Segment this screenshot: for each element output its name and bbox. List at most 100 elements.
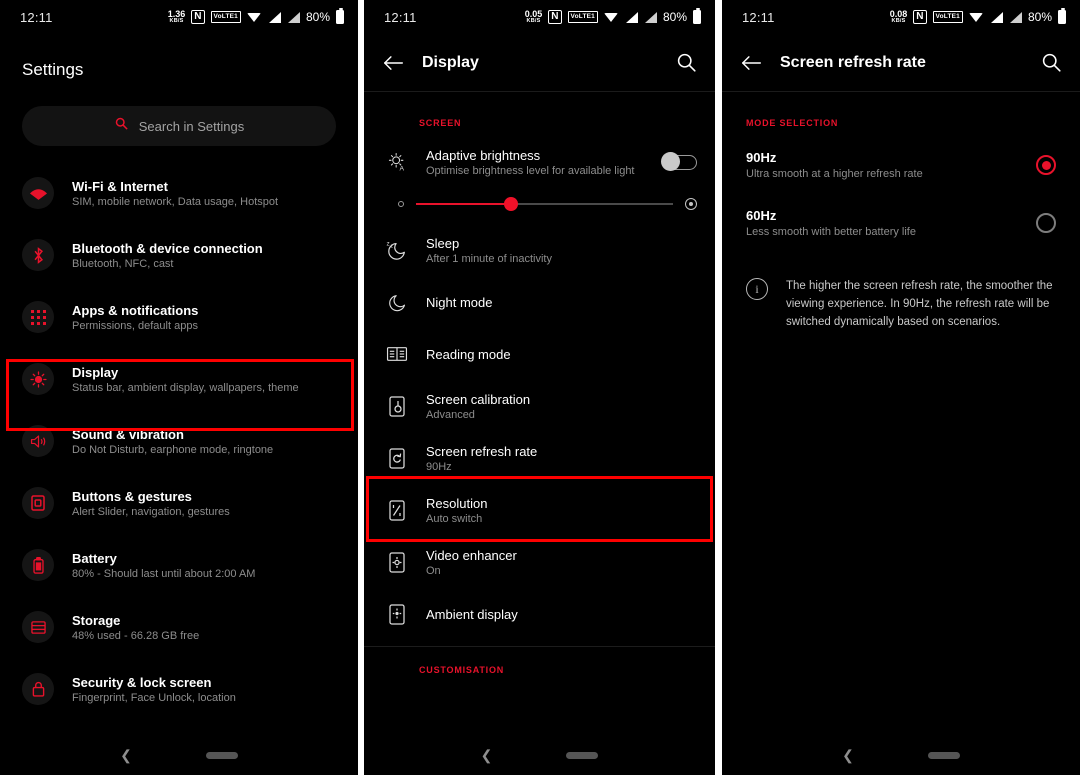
list-item-resolution[interactable]: Resolution Auto switch	[364, 484, 715, 536]
status-bar: 12:11 0.05 KB/S N VoLTE1 R 80%	[364, 0, 715, 34]
sound-icon	[22, 425, 54, 457]
list-item-sublabel: 90Hz	[426, 460, 452, 473]
list-item-screen-refresh-rate[interactable]: Screen refresh rate 90Hz	[364, 432, 715, 484]
status-bar-clock: 12:11	[20, 9, 53, 25]
slider-thumb[interactable]	[504, 197, 519, 211]
sidebar-item-sublabel: SIM, mobile network, Data usage, Hotspot	[72, 195, 279, 208]
section-header-screen: SCREEN	[419, 118, 462, 128]
option-label: 90Hz	[746, 150, 777, 165]
list-item-label: Night mode	[426, 294, 493, 310]
refresh-rate-option-60hz[interactable]: 60Hz Less smooth with better battery lif…	[722, 194, 1080, 252]
list-item-sublabel: After 1 minute of inactivity	[426, 252, 552, 265]
battery-icon	[1058, 8, 1066, 24]
list-item-label: Reading mode	[426, 346, 511, 362]
status-bar: 12:11 1.36 KB/S N VoLTE1 R 80%	[0, 0, 358, 34]
ambient-display-icon	[382, 603, 412, 625]
adaptive-brightness-toggle[interactable]	[661, 152, 697, 171]
battery-icon	[336, 8, 344, 24]
brightness-slider[interactable]	[416, 197, 673, 211]
search-icon[interactable]	[1038, 50, 1064, 76]
list-item-sublabel: Optimise brightness level for available …	[426, 164, 635, 177]
sidebar-item-security[interactable]: Security & lock screen Fingerprint, Face…	[0, 658, 358, 720]
system-navigation-bar: ❮	[722, 735, 1080, 775]
sidebar-item-sublabel: 80% - Should last until about 2:00 AM	[72, 567, 256, 580]
sleep-icon: z z	[382, 239, 412, 261]
screen-calibration-icon	[382, 395, 412, 417]
home-pill-icon[interactable]	[566, 751, 599, 759]
sidebar-item-sound[interactable]: Sound & vibration Do Not Disturb, earpho…	[0, 410, 358, 472]
sidebar-item-label: Sound & vibration	[72, 426, 184, 442]
sidebar-item-bluetooth[interactable]: Bluetooth & device connection Bluetooth,…	[0, 224, 358, 286]
search-placeholder: Search in Settings	[138, 118, 245, 134]
svg-text:z: z	[386, 240, 389, 247]
sidebar-item-label: Display	[72, 364, 119, 380]
nfc-icon: N	[913, 10, 927, 24]
list-item-sleep[interactable]: z z Sleep After 1 minute of inactivity	[364, 224, 715, 276]
signal-1-icon	[625, 11, 638, 23]
radio-button-60hz[interactable]	[1036, 213, 1056, 233]
sidebar-item-apps[interactable]: Apps & notifications Permissions, defaul…	[0, 286, 358, 348]
system-navigation-bar: ❮	[364, 735, 715, 775]
battery-percent-label: 80%	[662, 10, 687, 24]
signal-2-icon: R	[287, 11, 301, 24]
svg-text:A: A	[400, 165, 405, 172]
battery-icon	[22, 549, 54, 581]
signal-1-icon	[990, 11, 1003, 23]
resolution-icon	[382, 499, 412, 521]
reading-mode-icon	[382, 345, 412, 363]
system-navigation-bar: ❮	[0, 735, 358, 775]
info-banner-text: The higher the screen refresh rate, the …	[786, 280, 1053, 328]
display-settings-panel: 12:11 0.05 KB/S N VoLTE1 R 80% Display S…	[364, 0, 715, 775]
sidebar-item-label: Bluetooth & device connection	[72, 240, 263, 256]
refresh-rate-option-90hz[interactable]: 90Hz Ultra smooth at a higher refresh ra…	[722, 136, 1080, 194]
app-bar: Display	[364, 34, 715, 92]
adaptive-brightness-icon: A	[382, 151, 412, 173]
data-rate-unit: KB/S	[526, 17, 541, 24]
info-icon: i	[746, 278, 768, 300]
sidebar-item-sublabel: Status bar, ambient display, wallpapers,…	[72, 381, 299, 394]
wifi-icon	[968, 12, 984, 23]
search-input[interactable]: Search in Settings	[22, 106, 336, 146]
search-icon[interactable]	[673, 50, 699, 76]
list-item-video-enhancer[interactable]: Video enhancer On	[364, 536, 715, 588]
adaptive-brightness-row[interactable]: A Adaptive brightness Optimise brightnes…	[364, 136, 715, 188]
home-pill-icon[interactable]	[927, 751, 960, 759]
sidebar-item-label: Storage	[72, 612, 121, 628]
list-item-screen-calibration[interactable]: Screen calibration Advanced	[364, 380, 715, 432]
list-item-sublabel: On	[426, 564, 441, 577]
sidebar-item-label: Security & lock screen	[72, 674, 212, 690]
sidebar-item-buttons[interactable]: Buttons & gestures Alert Slider, navigat…	[0, 472, 358, 534]
sidebar-item-wifi[interactable]: Wi-Fi & Internet SIM, mobile network, Da…	[0, 162, 358, 224]
status-bar-clock: 12:11	[742, 9, 775, 25]
sidebar-item-label: Wi-Fi & Internet	[72, 178, 168, 194]
list-item-night-mode[interactable]: Night mode	[364, 276, 715, 328]
lock-icon	[22, 673, 54, 705]
list-item-reading-mode[interactable]: Reading mode	[364, 328, 715, 380]
back-nav-icon[interactable]: ❮	[842, 747, 854, 764]
nfc-icon: N	[191, 10, 205, 24]
brightness-slider-row[interactable]	[364, 188, 715, 224]
section-header-mode-selection: MODE SELECTION	[746, 118, 839, 128]
list-item-sublabel: Advanced	[426, 408, 475, 421]
battery-icon	[693, 8, 701, 24]
sidebar-item-display[interactable]: Display Status bar, ambient display, wal…	[0, 348, 358, 410]
home-pill-icon[interactable]	[205, 751, 238, 759]
brightness-high-icon	[685, 198, 697, 210]
sidebar-item-sublabel: Fingerprint, Face Unlock, location	[72, 691, 236, 704]
data-rate-indicator: 0.08 KB/S	[890, 9, 908, 25]
data-rate-indicator: 1.36 KB/S	[168, 9, 186, 25]
brightness-low-icon	[398, 201, 404, 207]
wifi-icon	[246, 12, 262, 23]
back-arrow-icon[interactable]	[380, 50, 406, 76]
back-nav-icon[interactable]: ❮	[481, 747, 493, 764]
volte-icon: VoLTE1	[567, 11, 598, 23]
sidebar-item-battery[interactable]: Battery 80% - Should last until about 2:…	[0, 534, 358, 596]
status-bar: 12:11 0.08 KB/S N VoLTE1 R 80%	[722, 0, 1080, 34]
app-bar-title: Display	[422, 53, 479, 71]
back-arrow-icon[interactable]	[738, 50, 764, 76]
search-icon	[114, 116, 129, 136]
back-nav-icon[interactable]: ❮	[120, 747, 132, 764]
radio-button-90hz[interactable]	[1036, 155, 1056, 175]
list-item-ambient-display[interactable]: Ambient display	[364, 588, 715, 640]
sidebar-item-storage[interactable]: Storage 48% used - 66.28 GB free	[0, 596, 358, 658]
